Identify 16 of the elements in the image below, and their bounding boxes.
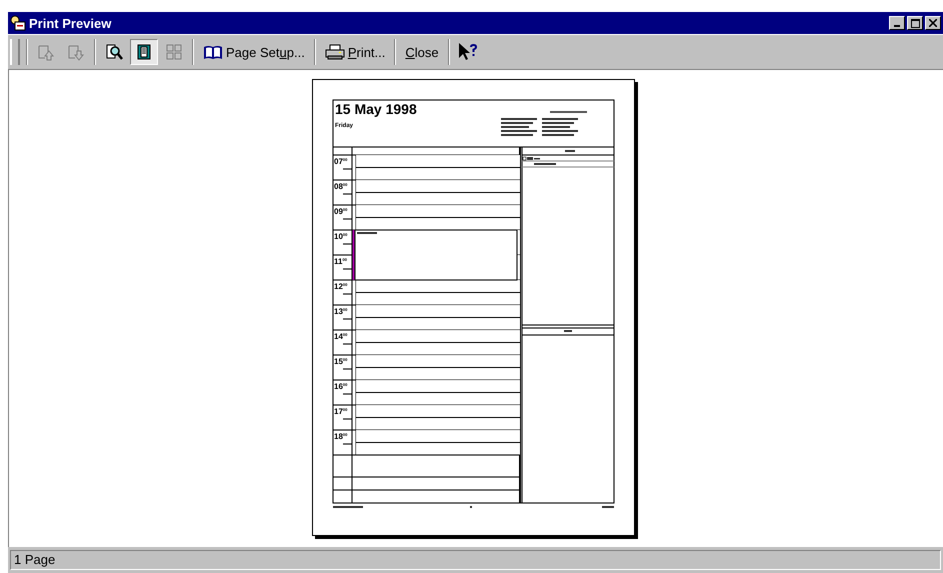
minimize-button[interactable] [889, 16, 905, 30]
printer-icon [324, 44, 345, 60]
help-pointer-icon [456, 42, 479, 62]
close-button[interactable] [925, 16, 941, 30]
magnifier-icon [104, 42, 124, 62]
maximize-button[interactable] [907, 16, 923, 30]
maximize-icon [910, 18, 920, 28]
close-icon [929, 19, 937, 27]
one-page-button[interactable] [130, 39, 158, 65]
status-text: 1 Page [10, 550, 941, 570]
date-heading: 15 May 1998 [335, 101, 417, 117]
book-icon [203, 44, 223, 60]
app-icon [10, 15, 26, 31]
toolbar-grip[interactable] [10, 39, 20, 65]
four-pages-icon [164, 42, 184, 62]
window-title: Print Preview [29, 16, 112, 30]
